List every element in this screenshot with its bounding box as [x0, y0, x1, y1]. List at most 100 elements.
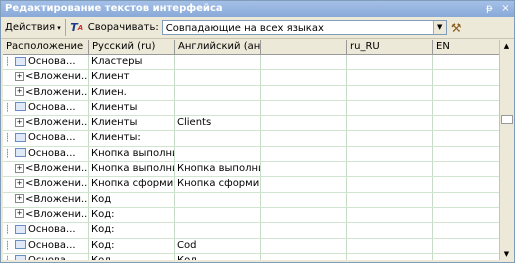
column-header-russian[interactable]: Русский (ru) — [89, 40, 175, 54]
vertical-scrollbar[interactable]: ▲ ▼ — [499, 40, 513, 260]
cell-ru-ru[interactable] — [347, 70, 433, 85]
cell-en[interactable] — [433, 223, 501, 238]
table-row[interactable]: + <Вложени... Код: — [3, 207, 501, 224]
cell-en[interactable] — [433, 146, 501, 162]
cell-location[interactable]: + <Вложени... — [3, 177, 89, 192]
scroll-thumb[interactable] — [501, 115, 513, 124]
tool-icon[interactable]: ⚒ — [451, 20, 467, 36]
cell-ru-ru[interactable] — [347, 116, 433, 131]
cell-empty[interactable] — [261, 85, 347, 100]
translate-icon[interactable]: TA — [69, 20, 85, 36]
expand-icon[interactable]: + — [15, 163, 24, 173]
close-icon[interactable]: × — [500, 1, 511, 17]
table-row[interactable]: + <Вложени... Код — [3, 192, 501, 208]
cell-ru-ru[interactable] — [347, 146, 433, 162]
cell-location[interactable]: + <Вложени... — [3, 192, 89, 207]
expand-icon[interactable]: + — [15, 87, 24, 97]
cell-english[interactable] — [175, 131, 261, 146]
table-row[interactable]: + <Вложени... Клиент — [3, 70, 501, 86]
cell-ru-ru[interactable] — [347, 100, 433, 116]
cell-en[interactable] — [433, 70, 501, 85]
column-header-en[interactable]: EN — [433, 40, 501, 54]
cell-russian[interactable]: Клиенты: — [89, 131, 175, 146]
cell-russian[interactable]: Клиент — [89, 70, 175, 85]
collapse-mode-select[interactable]: Совпадающие на всех языках ▼ — [161, 20, 447, 35]
cell-en[interactable] — [433, 253, 501, 260]
cell-english[interactable] — [175, 55, 261, 70]
cell-russian[interactable]: Код: — [89, 223, 175, 238]
cell-en[interactable] — [433, 238, 501, 253]
cell-ru-ru[interactable] — [347, 85, 433, 100]
table-row[interactable]: ┊ Основа... Код: — [3, 223, 501, 239]
cell-english[interactable] — [175, 223, 261, 238]
cell-russian[interactable]: Кнопка сформир... — [89, 177, 175, 192]
table-row[interactable]: +<Вложени...Кнопка выполни...Кнопка выпо… — [3, 162, 501, 178]
table-row[interactable]: ┊ Основа... Код Код — [3, 253, 501, 260]
cell-english[interactable]: Cod — [175, 238, 261, 253]
cell-ru-ru[interactable] — [347, 207, 433, 223]
cell-en[interactable] — [433, 116, 501, 131]
scroll-up-icon[interactable]: ▲ — [500, 40, 513, 52]
cell-en[interactable] — [433, 162, 501, 177]
pin-icon[interactable]: ᵽ — [484, 1, 495, 17]
column-header-empty[interactable] — [261, 40, 347, 54]
cell-empty[interactable] — [261, 162, 347, 177]
cell-ru-ru[interactable] — [347, 177, 433, 192]
expand-icon[interactable]: + — [15, 117, 24, 127]
cell-russian[interactable]: Код: — [89, 207, 175, 223]
cell-russian[interactable]: Кластеры — [89, 55, 175, 70]
table-row[interactable]: + <Вложени... Клиен. — [3, 85, 501, 101]
table-row[interactable]: ┊ Основа... Кнопка выполни.. — [3, 146, 501, 163]
cell-location[interactable]: ┊ Основа... — [3, 223, 89, 238]
cell-en[interactable] — [433, 85, 501, 100]
cell-location[interactable]: ┊ Основа... — [3, 238, 89, 253]
table-row[interactable]: ┊ Основа... Клиенты — [3, 100, 501, 117]
cell-english[interactable]: Кнопка сформир... — [175, 177, 261, 192]
table-row[interactable]: ┊ Основа... Код: Cod — [3, 238, 501, 254]
cell-russian[interactable]: Клиен. — [89, 85, 175, 100]
cell-en[interactable] — [433, 177, 501, 192]
cell-location[interactable]: + <Вложени... — [3, 207, 89, 223]
table-row[interactable]: +<Вложени...Кнопка сформир...Кнопка сфор… — [3, 177, 501, 193]
table-row[interactable]: ┊ Основа... Клиенты: — [3, 131, 501, 147]
cell-empty[interactable] — [261, 55, 347, 70]
scroll-down-icon[interactable]: ▼ — [500, 248, 513, 260]
cell-empty[interactable] — [261, 223, 347, 238]
column-header-english[interactable]: Английский (англ) — [175, 40, 261, 54]
cell-location[interactable]: ┊ Основа... — [3, 131, 89, 146]
cell-en[interactable] — [433, 192, 501, 207]
cell-empty[interactable] — [261, 207, 347, 223]
cell-russian[interactable]: Код: — [89, 238, 175, 253]
cell-empty[interactable] — [261, 131, 347, 146]
cell-empty[interactable] — [261, 192, 347, 207]
cell-ru-ru[interactable] — [347, 238, 433, 253]
cell-ru-ru[interactable] — [347, 55, 433, 70]
cell-russian[interactable]: Клиенты — [89, 116, 175, 131]
cell-english[interactable] — [175, 146, 261, 162]
cell-english[interactable] — [175, 207, 261, 223]
cell-location[interactable]: + <Вложени... — [3, 70, 89, 85]
table-row[interactable]: + <Вложени... Клиенты Clients — [3, 116, 501, 132]
cell-en[interactable] — [433, 55, 501, 70]
cell-russian[interactable]: Код — [89, 192, 175, 207]
cell-empty[interactable] — [261, 253, 347, 260]
chevron-down-icon[interactable]: ▼ — [432, 21, 446, 34]
cell-ru-ru[interactable] — [347, 223, 433, 238]
cell-empty[interactable] — [261, 238, 347, 253]
expand-icon[interactable]: + — [15, 209, 24, 219]
cell-english[interactable]: Clients — [175, 116, 261, 131]
expand-icon[interactable]: + — [15, 194, 24, 204]
cell-location[interactable]: ┊ Основа... — [3, 146, 89, 162]
cell-empty[interactable] — [261, 70, 347, 85]
cell-en[interactable] — [433, 207, 501, 223]
cell-location[interactable]: ┊ Основа... — [3, 253, 89, 260]
cell-english[interactable]: Код — [175, 253, 261, 260]
cell-empty[interactable] — [261, 100, 347, 116]
cell-location[interactable]: + <Вложени... — [3, 162, 89, 177]
cell-ru-ru[interactable] — [347, 131, 433, 146]
cell-english[interactable] — [175, 100, 261, 116]
column-header-ru-ru[interactable]: ru_RU — [347, 40, 433, 54]
cell-english[interactable] — [175, 192, 261, 207]
cell-ru-ru[interactable] — [347, 162, 433, 177]
cell-english[interactable] — [175, 85, 261, 100]
